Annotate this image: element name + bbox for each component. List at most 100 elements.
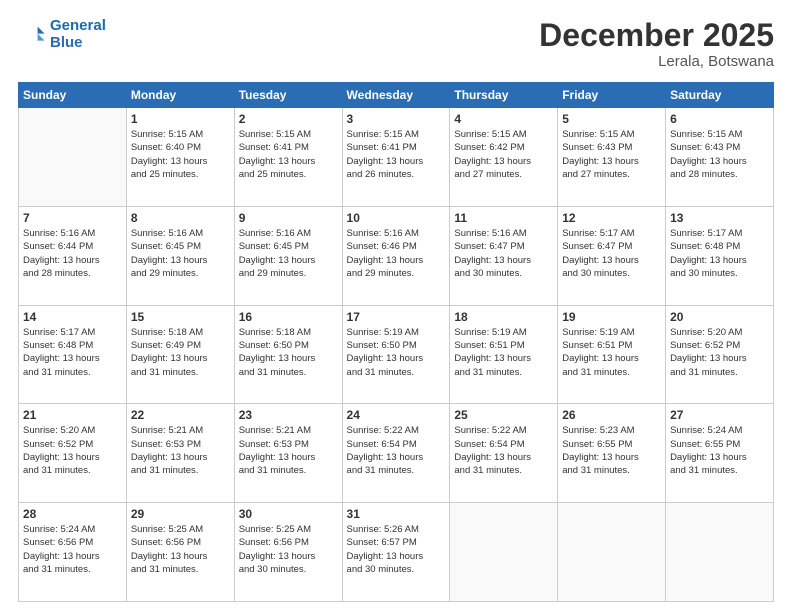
day-info: Sunrise: 5:26 AMSunset: 6:57 PMDaylight:… <box>347 523 446 576</box>
col-sunday: Sunday <box>19 83 127 108</box>
logo-icon <box>18 21 46 49</box>
day-number: 16 <box>239 310 338 324</box>
day-number: 14 <box>23 310 122 324</box>
day-number: 12 <box>562 211 661 225</box>
day-number: 18 <box>454 310 553 324</box>
table-row: 16 Sunrise: 5:18 AMSunset: 6:50 PMDayligh… <box>234 305 342 404</box>
table-row <box>19 108 127 207</box>
table-row: 31Sunrise: 5:26 AMSunset: 6:57 PMDayligh… <box>342 503 450 602</box>
day-number: 3 <box>347 112 446 126</box>
day-number: 30 <box>239 507 338 521</box>
day-number: 26 <box>562 408 661 422</box>
day-info: Sunrise: 5:15 AMSunset: 6:43 PMDaylight:… <box>670 128 769 181</box>
col-tuesday: Tuesday <box>234 83 342 108</box>
calendar-body: 1 Sunrise: 5:15 AMSunset: 6:40 PMDaylight… <box>19 108 774 602</box>
day-number: 1 <box>131 112 230 126</box>
logo-blue: Blue <box>50 34 83 51</box>
table-row: 5 Sunrise: 5:15 AMSunset: 6:43 PMDaylight… <box>558 108 666 207</box>
table-row: 22Sunrise: 5:21 AMSunset: 6:53 PMDayligh… <box>126 404 234 503</box>
day-number: 15 <box>131 310 230 324</box>
calendar-week-row: 28 Sunrise: 5:24 AMSunset: 6:56 PMDayligh… <box>19 503 774 602</box>
table-row <box>450 503 558 602</box>
table-row: 3 Sunrise: 5:15 AMSunset: 6:41 PMDaylight… <box>342 108 450 207</box>
table-row: 21Sunrise: 5:20 AMSunset: 6:52 PMDayligh… <box>19 404 127 503</box>
day-info: Sunrise: 5:16 AMSunset: 6:46 PMDaylight:… <box>347 227 446 280</box>
day-info: Sunrise: 5:15 AMSunset: 6:40 PMDaylight:… <box>131 128 230 181</box>
day-number: 19 <box>562 310 661 324</box>
calendar-header-row: Sunday Monday Tuesday Wednesday Thursday… <box>19 83 774 108</box>
table-row: 6Sunrise: 5:15 AMSunset: 6:43 PMDaylight… <box>666 108 774 207</box>
logo-text: General Blue <box>50 18 106 51</box>
day-info: Sunrise: 5:15 AMSunset: 6:41 PMDaylight:… <box>239 128 338 181</box>
table-row: 12 Sunrise: 5:17 AMSunset: 6:47 PMDayligh… <box>558 206 666 305</box>
table-row: 13Sunrise: 5:17 AMSunset: 6:48 PMDayligh… <box>666 206 774 305</box>
table-row: 1 Sunrise: 5:15 AMSunset: 6:40 PMDaylight… <box>126 108 234 207</box>
table-row: 30 Sunrise: 5:25 AMSunset: 6:56 PMDayligh… <box>234 503 342 602</box>
day-info: Sunrise: 5:21 AMSunset: 6:53 PMDaylight:… <box>239 424 338 477</box>
day-info: Sunrise: 5:18 AMSunset: 6:50 PMDaylight:… <box>239 326 338 379</box>
header: General Blue December 2025 Lerala, Botsw… <box>18 18 774 70</box>
table-row: 7Sunrise: 5:16 AMSunset: 6:44 PMDaylight… <box>19 206 127 305</box>
logo-general: General <box>50 17 106 34</box>
table-row: 23Sunrise: 5:21 AMSunset: 6:53 PMDayligh… <box>234 404 342 503</box>
table-row <box>666 503 774 602</box>
page-subtitle: Lerala, Botswana <box>539 53 774 70</box>
table-row: 18 Sunrise: 5:19 AMSunset: 6:51 PMDayligh… <box>450 305 558 404</box>
day-number: 20 <box>670 310 769 324</box>
col-saturday: Saturday <box>666 83 774 108</box>
page-title: December 2025 <box>539 18 774 53</box>
day-info: Sunrise: 5:24 AMSunset: 6:56 PMDaylight:… <box>23 523 122 576</box>
table-row <box>558 503 666 602</box>
day-info: Sunrise: 5:17 AMSunset: 6:48 PMDaylight:… <box>23 326 122 379</box>
calendar-week-row: 1 Sunrise: 5:15 AMSunset: 6:40 PMDaylight… <box>19 108 774 207</box>
table-row: 14 Sunrise: 5:17 AMSunset: 6:48 PMDayligh… <box>19 305 127 404</box>
day-info: Sunrise: 5:19 AMSunset: 6:50 PMDaylight:… <box>347 326 446 379</box>
day-number: 29 <box>131 507 230 521</box>
title-block: December 2025 Lerala, Botswana <box>539 18 774 70</box>
table-row: 4Sunrise: 5:15 AMSunset: 6:42 PMDaylight… <box>450 108 558 207</box>
day-info: Sunrise: 5:20 AMSunset: 6:52 PMDaylight:… <box>23 424 122 477</box>
col-monday: Monday <box>126 83 234 108</box>
col-wednesday: Wednesday <box>342 83 450 108</box>
calendar-week-row: 14 Sunrise: 5:17 AMSunset: 6:48 PMDayligh… <box>19 305 774 404</box>
day-info: Sunrise: 5:22 AMSunset: 6:54 PMDaylight:… <box>454 424 553 477</box>
day-info: Sunrise: 5:15 AMSunset: 6:43 PMDaylight:… <box>562 128 661 181</box>
day-number: 11 <box>454 211 553 225</box>
table-row: 17 Sunrise: 5:19 AMSunset: 6:50 PMDayligh… <box>342 305 450 404</box>
day-info: Sunrise: 5:21 AMSunset: 6:53 PMDaylight:… <box>131 424 230 477</box>
day-info: Sunrise: 5:23 AMSunset: 6:55 PMDaylight:… <box>562 424 661 477</box>
table-row: 25 Sunrise: 5:22 AMSunset: 6:54 PMDayligh… <box>450 404 558 503</box>
day-info: Sunrise: 5:18 AMSunset: 6:49 PMDaylight:… <box>131 326 230 379</box>
day-info: Sunrise: 5:19 AMSunset: 6:51 PMDaylight:… <box>562 326 661 379</box>
table-row: 9 Sunrise: 5:16 AMSunset: 6:45 PMDaylight… <box>234 206 342 305</box>
day-info: Sunrise: 5:17 AMSunset: 6:47 PMDaylight:… <box>562 227 661 280</box>
table-row: 15 Sunrise: 5:18 AMSunset: 6:49 PMDayligh… <box>126 305 234 404</box>
page: General Blue December 2025 Lerala, Botsw… <box>0 0 792 612</box>
day-info: Sunrise: 5:16 AMSunset: 6:45 PMDaylight:… <box>239 227 338 280</box>
day-info: Sunrise: 5:24 AMSunset: 6:55 PMDaylight:… <box>670 424 769 477</box>
day-info: Sunrise: 5:17 AMSunset: 6:48 PMDaylight:… <box>670 227 769 280</box>
day-number: 17 <box>347 310 446 324</box>
table-row: 11 Sunrise: 5:16 AMSunset: 6:47 PMDayligh… <box>450 206 558 305</box>
logo: General Blue <box>18 18 106 51</box>
day-info: Sunrise: 5:25 AMSunset: 6:56 PMDaylight:… <box>239 523 338 576</box>
day-number: 9 <box>239 211 338 225</box>
day-number: 2 <box>239 112 338 126</box>
day-info: Sunrise: 5:25 AMSunset: 6:56 PMDaylight:… <box>131 523 230 576</box>
table-row: 20Sunrise: 5:20 AMSunset: 6:52 PMDayligh… <box>666 305 774 404</box>
table-row: 19 Sunrise: 5:19 AMSunset: 6:51 PMDayligh… <box>558 305 666 404</box>
day-info: Sunrise: 5:16 AMSunset: 6:47 PMDaylight:… <box>454 227 553 280</box>
day-number: 5 <box>562 112 661 126</box>
table-row: 24Sunrise: 5:22 AMSunset: 6:54 PMDayligh… <box>342 404 450 503</box>
col-thursday: Thursday <box>450 83 558 108</box>
day-number: 28 <box>23 507 122 521</box>
day-info: Sunrise: 5:15 AMSunset: 6:41 PMDaylight:… <box>347 128 446 181</box>
table-row: 10Sunrise: 5:16 AMSunset: 6:46 PMDayligh… <box>342 206 450 305</box>
table-row: 8Sunrise: 5:16 AMSunset: 6:45 PMDaylight… <box>126 206 234 305</box>
table-row: 29 Sunrise: 5:25 AMSunset: 6:56 PMDayligh… <box>126 503 234 602</box>
table-row: 27Sunrise: 5:24 AMSunset: 6:55 PMDayligh… <box>666 404 774 503</box>
day-info: Sunrise: 5:16 AMSunset: 6:45 PMDaylight:… <box>131 227 230 280</box>
day-number: 25 <box>454 408 553 422</box>
day-info: Sunrise: 5:19 AMSunset: 6:51 PMDaylight:… <box>454 326 553 379</box>
calendar-table: Sunday Monday Tuesday Wednesday Thursday… <box>18 82 774 602</box>
